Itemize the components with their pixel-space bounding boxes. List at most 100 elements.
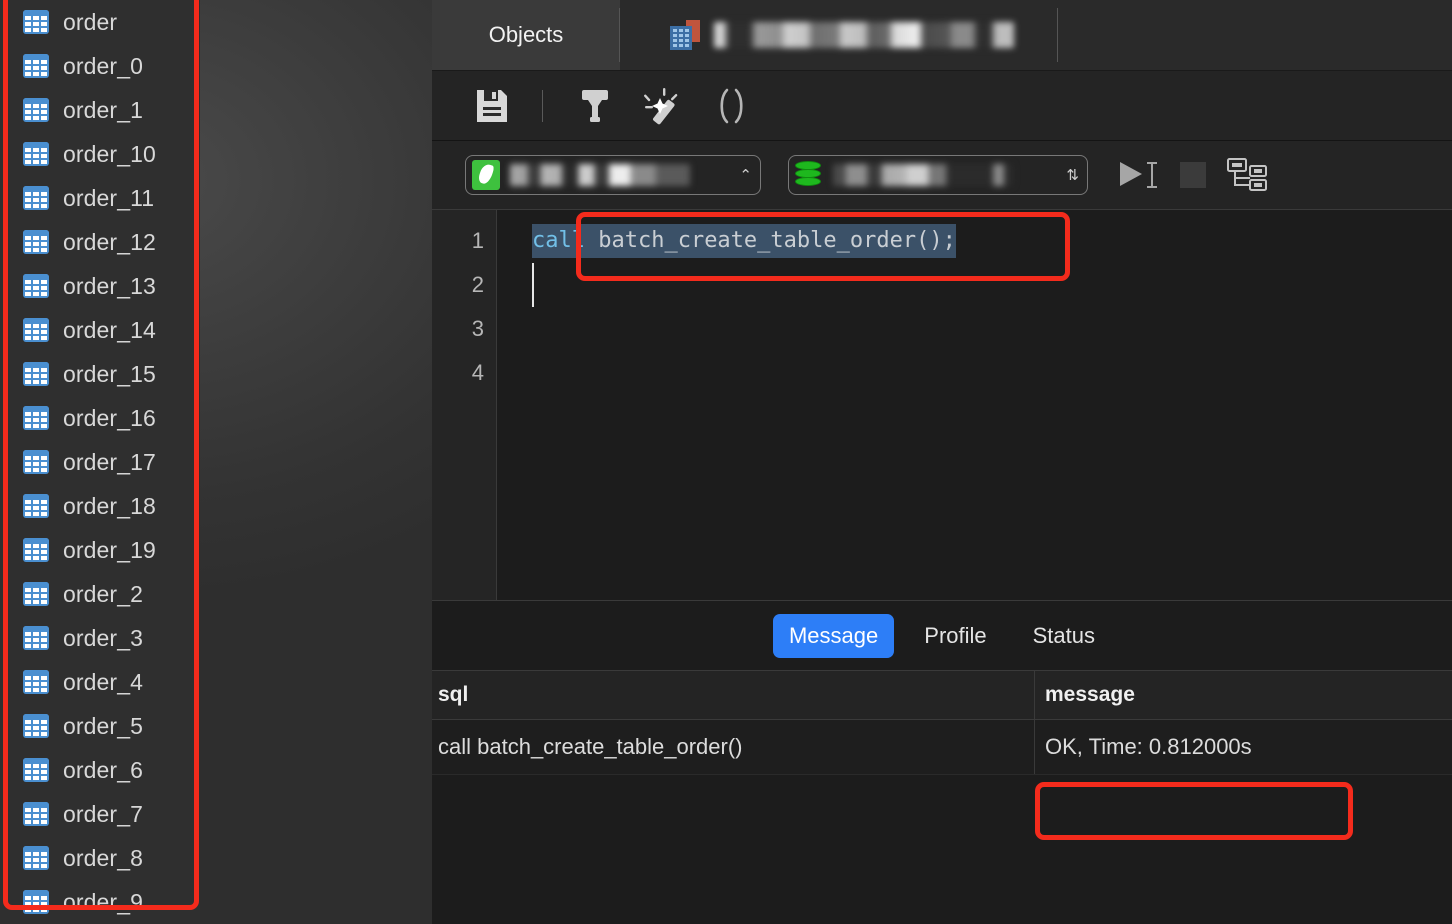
result-table: sql message call batch_create_table_orde… <box>432 670 1452 775</box>
parentheses-button[interactable] <box>707 82 755 130</box>
column-header-sql[interactable]: sql <box>432 671 1035 719</box>
list-item[interactable]: order_8 <box>0 836 200 880</box>
list-item-label: order_1 <box>63 96 143 123</box>
list-item[interactable]: order_6 <box>0 748 200 792</box>
tab-profile[interactable]: Profile <box>908 614 1002 658</box>
list-item-label: order_0 <box>63 52 143 79</box>
table-row[interactable]: call batch_create_table_order() OK, Time… <box>432 720 1452 775</box>
list-item-label: order_3 <box>63 624 143 651</box>
connection-bar: ⌃ ⇅ <box>432 141 1452 209</box>
list-item-label: order_18 <box>63 492 156 519</box>
build-button[interactable] <box>571 82 619 130</box>
stop-square-icon <box>1180 162 1206 188</box>
list-item[interactable]: order_1 <box>0 88 200 132</box>
left-panel: order order_0 order_1 order_10 order_11order… <box>0 0 432 924</box>
list-item[interactable]: order_12 <box>0 220 200 264</box>
list-item[interactable]: order_2 <box>0 572 200 616</box>
save-icon <box>477 89 507 122</box>
list-item-label: order_15 <box>63 360 156 387</box>
hammer-icon <box>582 89 608 122</box>
sql-statement-body: batch_create_table_order(); <box>584 228 956 253</box>
text-caret <box>532 263 534 307</box>
list-item[interactable]: order_4 <box>0 660 200 704</box>
table-icon <box>23 54 49 78</box>
tab-objects-label: Objects <box>488 22 564 47</box>
list-item[interactable]: order_18 <box>0 484 200 528</box>
editor-toolbar <box>432 71 1452 141</box>
line-number: 3 <box>471 316 484 341</box>
tab-strip-empty-area <box>1058 0 1452 70</box>
table-icon <box>23 186 49 210</box>
cell-message: OK, Time: 0.812000s <box>1045 734 1252 759</box>
table-icon <box>23 142 49 166</box>
tab-query-console[interactable] <box>620 0 1058 70</box>
save-button[interactable] <box>468 82 516 130</box>
table-icon <box>23 670 49 694</box>
tab-status[interactable]: Status <box>1017 614 1111 658</box>
table-icon <box>23 538 49 562</box>
connection-select[interactable]: ⌃ <box>465 155 761 195</box>
list-item[interactable]: order_19 <box>0 528 200 572</box>
list-item[interactable]: order_9 <box>0 880 200 924</box>
stop-button[interactable] <box>1166 153 1220 197</box>
list-item[interactable]: order_10 <box>0 132 200 176</box>
table-icon <box>23 758 49 782</box>
explain-plan-button[interactable] <box>1220 153 1274 197</box>
column-header-message[interactable]: message <box>1035 671 1452 719</box>
list-item-label: order <box>63 8 118 35</box>
tab-message[interactable]: Message <box>772 613 895 658</box>
beautify-button[interactable] <box>639 82 687 130</box>
list-item[interactable]: order_0 <box>0 44 200 88</box>
table-icon <box>23 274 49 298</box>
table-icon <box>23 362 49 386</box>
magic-wand-icon <box>644 87 678 124</box>
list-item[interactable]: order_7 <box>0 792 200 836</box>
list-item-label: order_8 <box>63 844 143 871</box>
query-console-icon <box>670 20 700 50</box>
list-item-label: order_16 <box>63 404 156 431</box>
list-item-label: order_9 <box>63 888 143 915</box>
list-item[interactable]: order_16 <box>0 396 200 440</box>
list-item-label: order_6 <box>63 756 143 783</box>
table-icon <box>23 406 49 430</box>
tab-strip: Objects <box>432 0 1452 71</box>
list-item-label: order_13 <box>63 272 156 299</box>
result-tab-bar: Message Profile Status <box>432 601 1452 670</box>
message-result-highlight-box <box>1035 782 1353 840</box>
list-item-label: order_2 <box>63 580 143 607</box>
list-item-label: order_5 <box>63 712 143 739</box>
list-item-label: order_11 <box>63 184 155 211</box>
list-item[interactable]: order_11 <box>0 176 200 220</box>
list-item[interactable]: order_17 <box>0 440 200 484</box>
explain-plan-icon <box>1227 158 1267 191</box>
code-line[interactable]: call batch_create_table_order(); <box>532 219 1452 263</box>
list-item-label: order_7 <box>63 800 143 827</box>
tab-objects[interactable]: Objects <box>432 0 620 70</box>
code-area[interactable]: call batch_create_table_order(); <box>498 212 1452 600</box>
line-number: 1 <box>471 228 484 253</box>
list-item-label: order_14 <box>63 316 156 343</box>
object-list[interactable]: order order_0 order_1 order_10 order_11order… <box>0 0 200 924</box>
chevron-updown-icon: ⇅ <box>1066 166 1079 184</box>
list-item[interactable]: order_5 <box>0 704 200 748</box>
chevron-up-icon: ⌃ <box>739 166 752 184</box>
list-item[interactable]: order_15 <box>0 352 200 396</box>
list-item[interactable]: order_14 <box>0 308 200 352</box>
run-button[interactable] <box>1112 153 1166 197</box>
database-name-redacted <box>833 164 1013 186</box>
line-number-gutter: 1 2 3 4 <box>432 210 497 600</box>
run-controls <box>1112 153 1274 197</box>
table-icon <box>23 98 49 122</box>
list-item[interactable]: order_3 <box>0 616 200 660</box>
sql-editor[interactable]: 1 2 3 4 call batch_create_table_order(); <box>432 209 1452 600</box>
list-item[interactable]: order <box>0 0 200 44</box>
code-line[interactable] <box>532 263 1452 307</box>
sql-keyword: call <box>532 228 585 253</box>
results-panel: Message Profile Status sql message call … <box>432 600 1452 924</box>
table-icon <box>23 714 49 738</box>
code-line[interactable] <box>532 351 1452 395</box>
table-icon <box>23 450 49 474</box>
database-select[interactable]: ⇅ <box>788 155 1088 195</box>
list-item[interactable]: order_13 <box>0 264 200 308</box>
code-line[interactable] <box>532 307 1452 351</box>
